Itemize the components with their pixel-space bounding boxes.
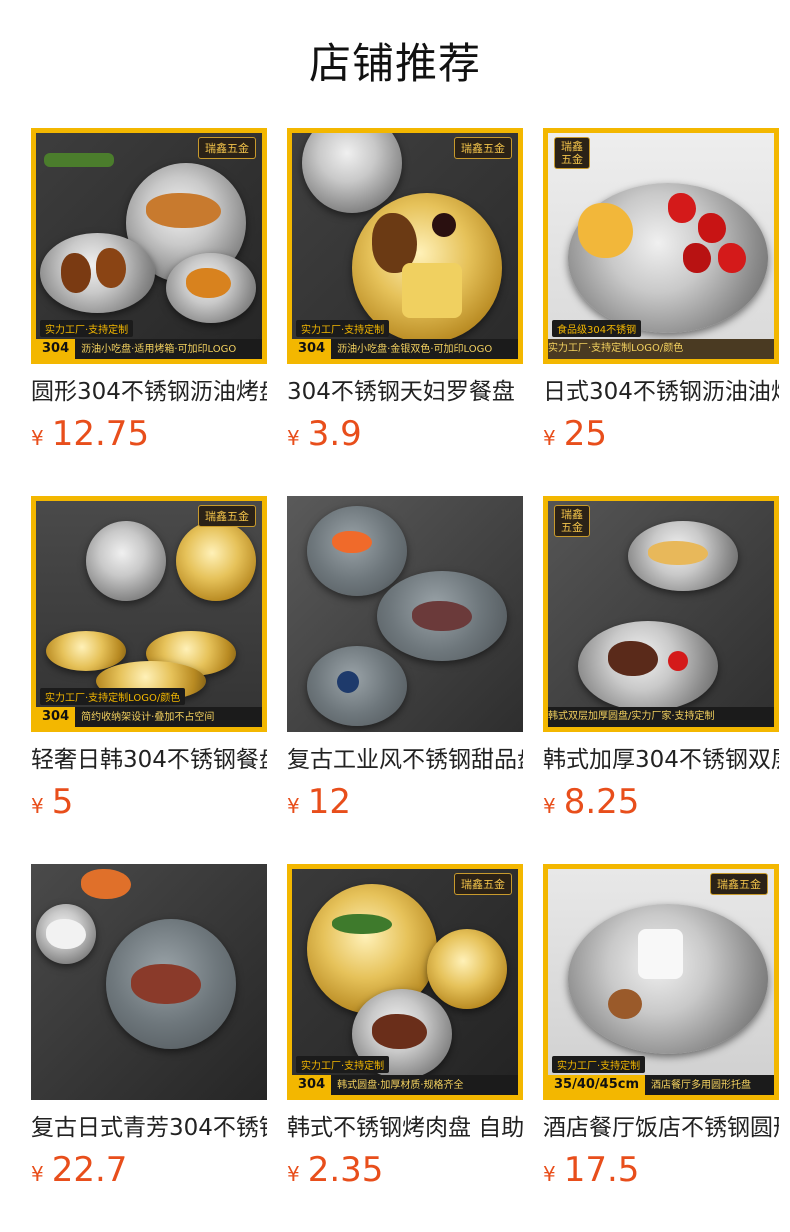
product-name[interactable]: 复古工业风不锈钢甜品盘 <box>287 743 523 777</box>
promo-label: 实力工厂·支持定制 <box>552 1056 646 1073</box>
banner-text: 酒店餐厅多用圆形托盘 <box>651 1080 752 1091</box>
product-price: ¥17.5 <box>543 1150 639 1190</box>
promo-label: 实力工厂·支持定制 <box>296 320 390 337</box>
feature-banner: 韩式双层加厚圆盘/实力厂家·支持定制 <box>548 707 774 727</box>
product-card[interactable]: 瑞鑫 五金 韩式双层加厚圆盘/实力厂家·支持定制 韩式加厚304不锈钢双层盘 ¥… <box>543 496 779 826</box>
material-number: 35/40/45cm <box>548 1075 646 1095</box>
product-price: ¥8.25 <box>543 782 639 822</box>
banner-text: 韩式圆盘·加厚材质·规格齐全 <box>337 1080 464 1091</box>
material-number: 304 <box>36 707 76 727</box>
product-image[interactable]: 瑞鑫五金 实力工厂·支持定制 304 韩式圆盘·加厚材质·规格齐全 <box>287 864 523 1100</box>
product-price: ¥25 <box>543 414 607 454</box>
brand-badge: 瑞鑫五金 <box>198 505 256 527</box>
product-image[interactable]: 瑞鑫 五金 食品级304不锈钢 实力工厂·支持定制LOGO/颜色 <box>543 128 779 364</box>
feature-banner: 304 韩式圆盘·加厚材质·规格齐全 <box>292 1075 518 1095</box>
brand-badge: 瑞鑫五金 <box>710 873 768 895</box>
product-image[interactable]: 瑞鑫 五金 韩式双层加厚圆盘/实力厂家·支持定制 <box>543 496 779 732</box>
product-card[interactable]: 瑞鑫五金 实力工厂·支持定制 35/40/45cm 酒店餐厅多用圆形托盘 酒店餐厅… <box>543 864 779 1194</box>
product-price: ¥22.7 <box>31 1150 127 1190</box>
currency-symbol: ¥ <box>543 794 556 818</box>
price-value: 17.5 <box>563 1150 640 1190</box>
product-card[interactable]: 瑞鑫五金 实力工厂·支持定制 304 沥油小吃盘·适用烤箱·可加印LOGO 圆形3… <box>31 128 267 458</box>
promo-label: 实力工厂·支持定制LOGO/颜色 <box>40 688 186 705</box>
product-card[interactable]: 瑞鑫五金 实力工厂·支持定制 304 沥油小吃盘·金银双色·可加印LOGO 304… <box>287 128 523 458</box>
product-name[interactable]: 304不锈钢天妇罗餐盘 <box>287 375 523 409</box>
product-price: ¥3.9 <box>287 414 362 454</box>
price-value: 3.9 <box>307 414 362 454</box>
product-name[interactable]: 复古日式青芳304不锈钢盘 <box>31 1111 267 1145</box>
product-card[interactable]: 复古日式青芳304不锈钢盘 ¥22.7 <box>31 864 267 1194</box>
product-card[interactable]: 复古工业风不锈钢甜品盘 ¥12 <box>287 496 523 826</box>
brand-badge: 瑞鑫五金 <box>454 873 512 895</box>
product-image[interactable]: 瑞鑫五金 实力工厂·支持定制LOGO/颜色 304 简约收纳架设计·叠加不占空间 <box>31 496 267 732</box>
feature-banner: 304 简约收纳架设计·叠加不占空间 <box>36 707 262 727</box>
currency-symbol: ¥ <box>287 1162 300 1186</box>
currency-symbol: ¥ <box>31 1162 44 1186</box>
product-name[interactable]: 轻奢日韩304不锈钢餐盘 <box>31 743 267 777</box>
product-image[interactable] <box>287 496 523 732</box>
currency-symbol: ¥ <box>31 794 44 818</box>
product-card[interactable]: 瑞鑫五金 实力工厂·支持定制LOGO/颜色 304 简约收纳架设计·叠加不占空间 … <box>31 496 267 826</box>
product-image[interactable]: 瑞鑫五金 实力工厂·支持定制 35/40/45cm 酒店餐厅多用圆形托盘 <box>543 864 779 1100</box>
product-name[interactable]: 圆形304不锈钢沥油烤盘 <box>31 375 267 409</box>
price-value: 2.35 <box>307 1150 384 1190</box>
brand-badge: 瑞鑫五金 <box>454 137 512 159</box>
feature-banner: 304 沥油小吃盘·金银双色·可加印LOGO <box>292 339 518 359</box>
product-price: ¥12.75 <box>31 414 149 454</box>
product-grid: 瑞鑫五金 实力工厂·支持定制 304 沥油小吃盘·适用烤箱·可加印LOGO 圆形3… <box>31 128 779 1208</box>
material-number: 304 <box>292 339 332 359</box>
product-name[interactable]: 酒店餐厅饭店不锈钢圆形托盘 <box>543 1111 779 1145</box>
promo-label: 实力工厂·支持定制 <box>296 1056 390 1073</box>
product-name[interactable]: 日式304不锈钢沥油油炸盘 <box>543 375 779 409</box>
banner-text: 韩式双层加厚圆盘/实力厂家·支持定制 <box>548 711 715 722</box>
banner-text: 简约收纳架设计·叠加不占空间 <box>81 712 215 723</box>
product-card[interactable]: 瑞鑫五金 实力工厂·支持定制 304 韩式圆盘·加厚材质·规格齐全 韩式不锈钢烤肉… <box>287 864 523 1194</box>
feature-banner: 实力工厂·支持定制LOGO/颜色 <box>548 339 774 359</box>
product-price: ¥2.35 <box>287 1150 383 1190</box>
currency-symbol: ¥ <box>543 1162 556 1186</box>
product-name[interactable]: 韩式不锈钢烤肉盘 自助餐盘 <box>287 1111 523 1145</box>
material-number: 304 <box>292 1075 332 1095</box>
product-image[interactable] <box>31 864 267 1100</box>
price-value: 25 <box>563 414 607 454</box>
material-number: 304 <box>36 339 76 359</box>
product-image[interactable]: 瑞鑫五金 实力工厂·支持定制 304 沥油小吃盘·适用烤箱·可加印LOGO <box>31 128 267 364</box>
product-name[interactable]: 韩式加厚304不锈钢双层盘 <box>543 743 779 777</box>
promo-label: 食品级304不锈钢 <box>552 320 642 337</box>
currency-symbol: ¥ <box>543 426 556 450</box>
price-value: 12 <box>307 782 351 822</box>
price-value: 12.75 <box>51 414 150 454</box>
brand-badge: 瑞鑫五金 <box>198 137 256 159</box>
feature-banner: 35/40/45cm 酒店餐厅多用圆形托盘 <box>548 1075 774 1095</box>
promo-label: 实力工厂·支持定制 <box>40 320 134 337</box>
brand-badge: 瑞鑫 五金 <box>554 505 590 537</box>
brand-badge: 瑞鑫 五金 <box>554 137 590 169</box>
shop-recommend-header: 店铺推荐 <box>0 0 790 124</box>
product-price: ¥5 <box>31 782 73 822</box>
product-card[interactable]: 瑞鑫 五金 食品级304不锈钢 实力工厂·支持定制LOGO/颜色 日式304不锈… <box>543 128 779 458</box>
feature-banner: 304 沥油小吃盘·适用烤箱·可加印LOGO <box>36 339 262 359</box>
price-value: 5 <box>51 782 74 822</box>
price-value: 22.7 <box>51 1150 128 1190</box>
product-image[interactable]: 瑞鑫五金 实力工厂·支持定制 304 沥油小吃盘·金银双色·可加印LOGO <box>287 128 523 364</box>
price-value: 8.25 <box>563 782 640 822</box>
banner-text: 沥油小吃盘·金银双色·可加印LOGO <box>337 344 493 355</box>
currency-symbol: ¥ <box>287 794 300 818</box>
currency-symbol: ¥ <box>31 426 44 450</box>
banner-text: 实力工厂·支持定制LOGO/颜色 <box>548 343 684 354</box>
banner-text: 沥油小吃盘·适用烤箱·可加印LOGO <box>81 344 237 355</box>
section-title: 店铺推荐 <box>308 39 481 88</box>
product-price: ¥12 <box>287 782 351 822</box>
currency-symbol: ¥ <box>287 426 300 450</box>
